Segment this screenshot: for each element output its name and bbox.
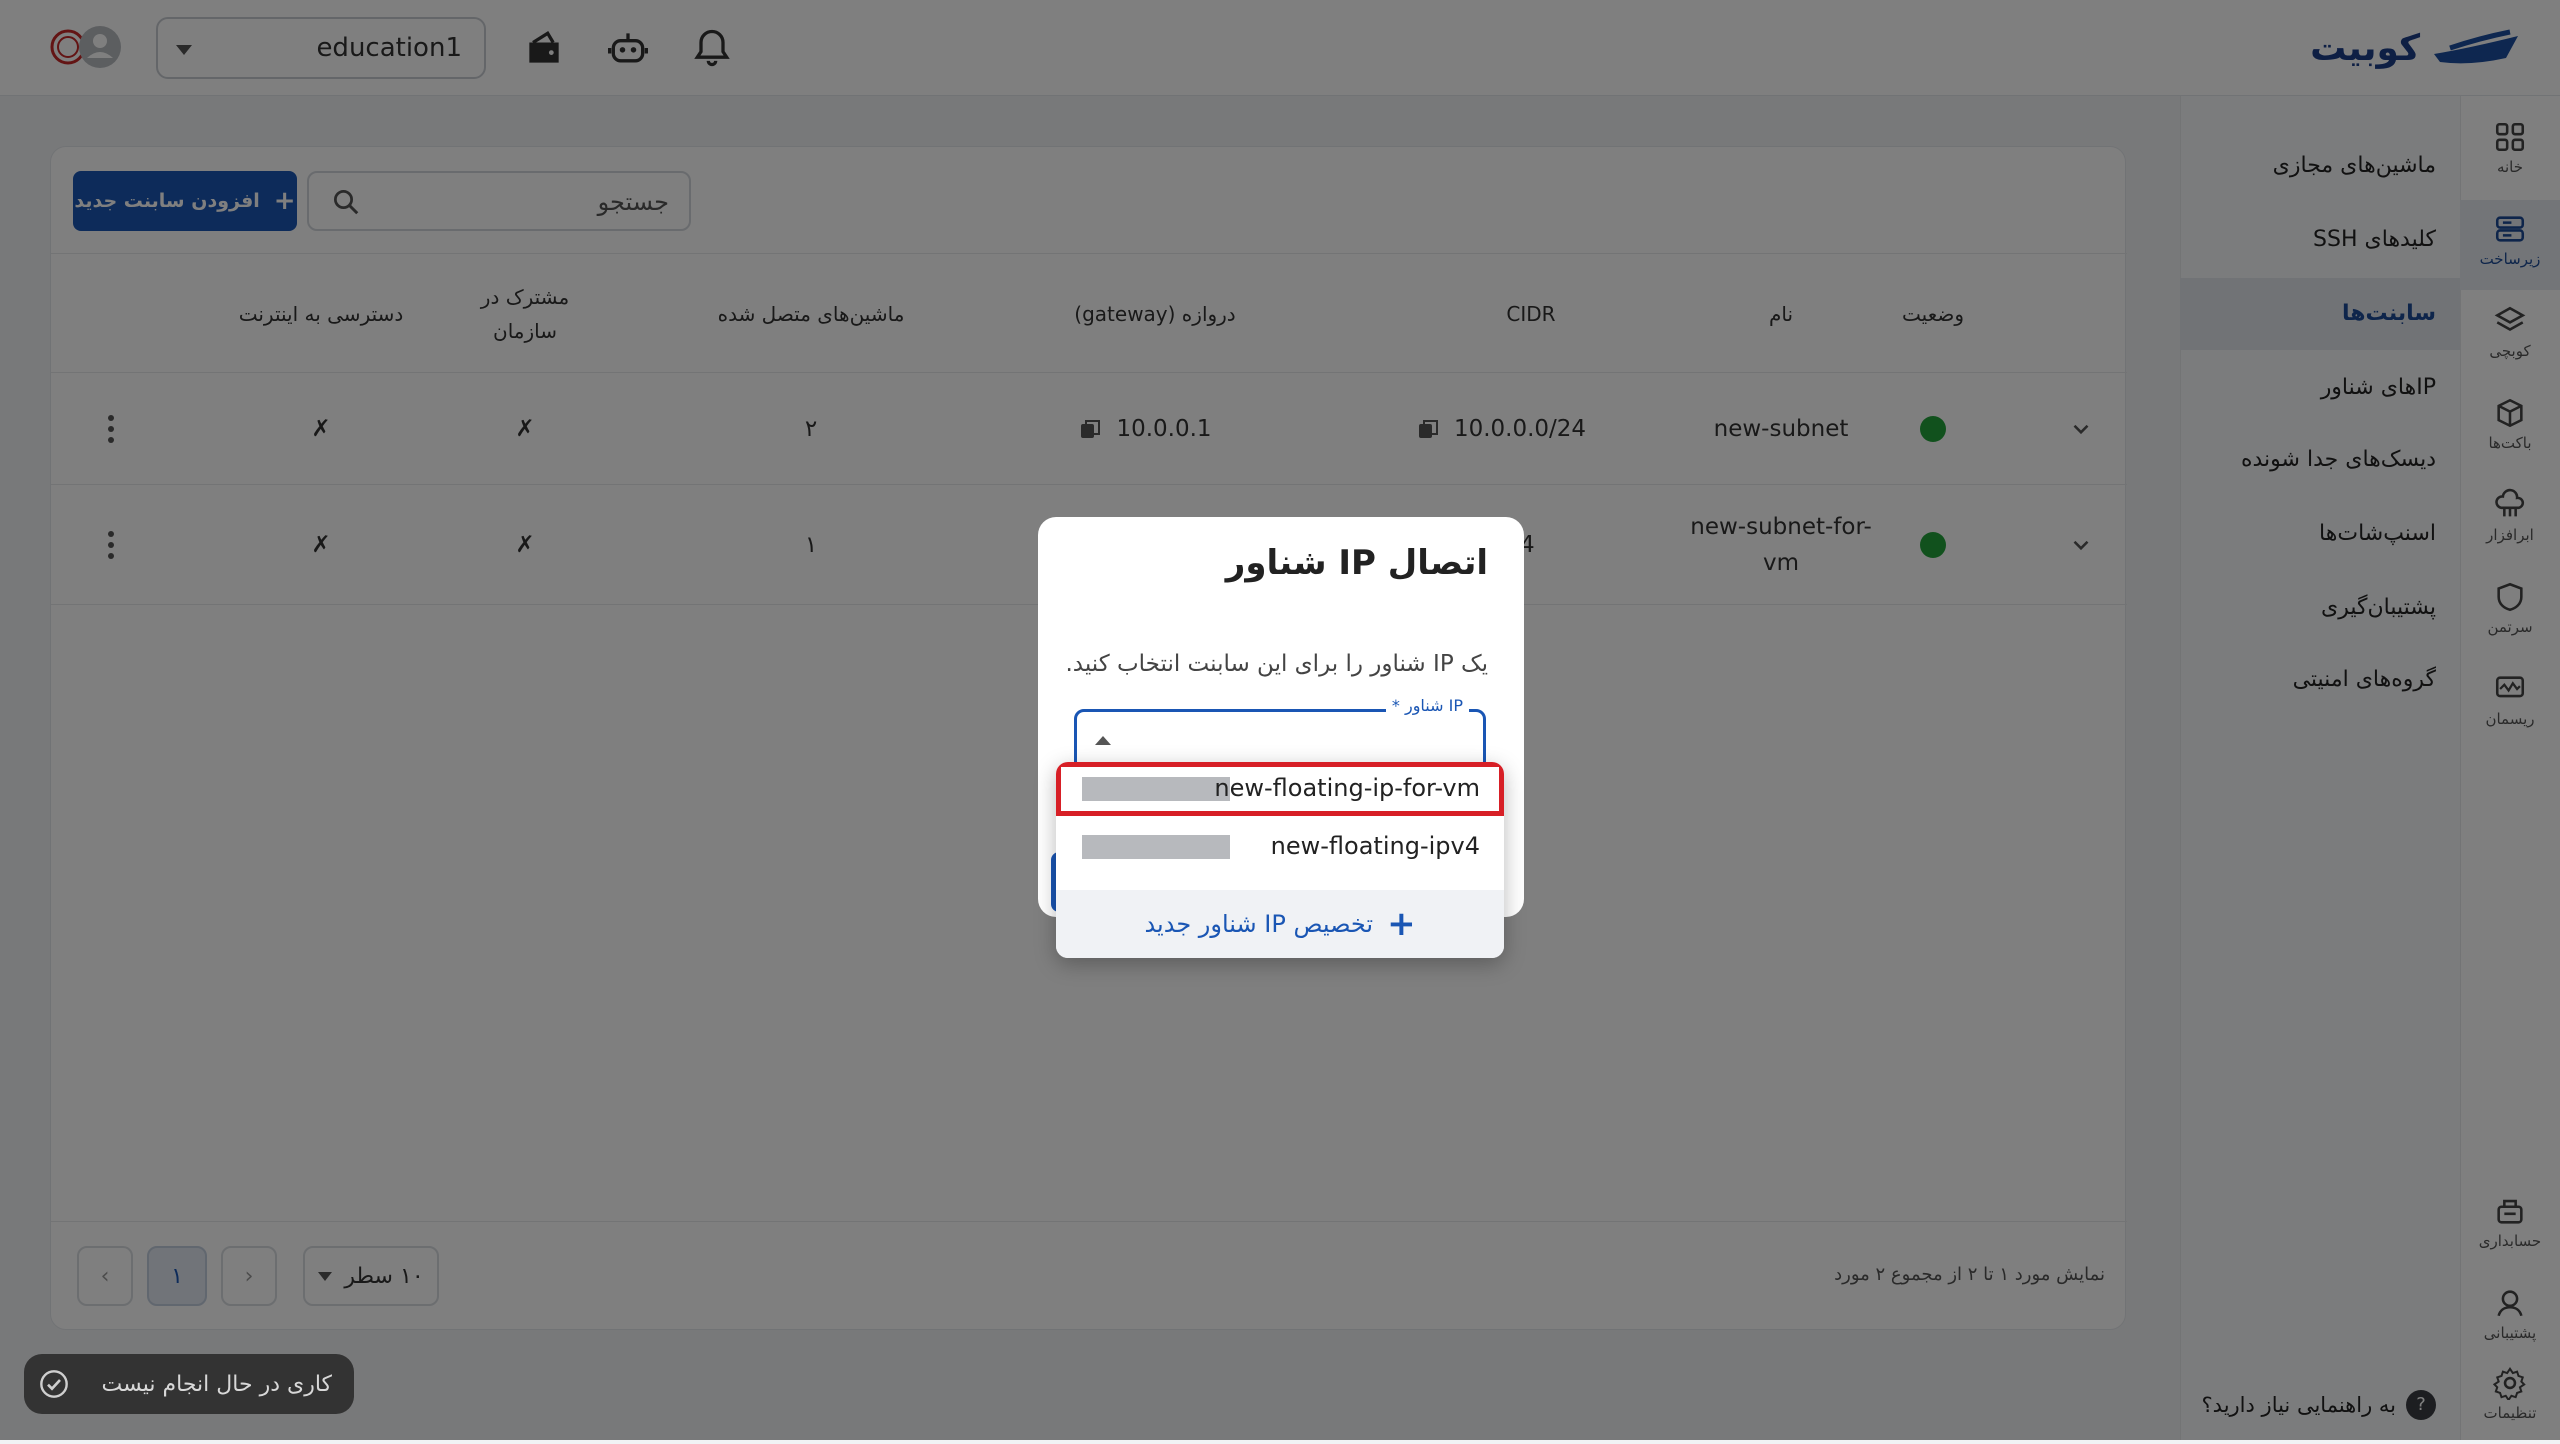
status-toast: کاری در حال انجام نیست: [24, 1354, 354, 1414]
option-floating-ip-for-vm[interactable]: new-floating-ip-for-vm: [1056, 762, 1504, 816]
toast-text: کاری در حال انجام نیست: [101, 1371, 332, 1397]
redacted-ip: [1082, 835, 1230, 859]
redacted-ip: [1082, 777, 1230, 801]
check-circle-icon: [40, 1370, 68, 1398]
chevron-up-icon: [1095, 736, 1111, 745]
dialog-title: اتصال IP شناور: [1225, 543, 1488, 583]
option-label: new-floating-ipv4: [1270, 832, 1480, 860]
option-floating-ipv4[interactable]: new-floating-ipv4: [1056, 820, 1504, 874]
floating-ip-dropdown: new-floating-ip-for-vm new-floating-ipv4…: [1056, 762, 1504, 958]
plus-icon: +: [1387, 904, 1416, 944]
allocate-new-floating-ip-option[interactable]: + تخصیص IP شناور جدید: [1056, 890, 1504, 958]
allocate-new-label: تخصیص IP شناور جدید: [1144, 910, 1374, 938]
floating-ip-select-label: IP شناور *: [1385, 696, 1469, 715]
dialog-description: یک IP شناور را برای این سابنت انتخاب کنی…: [1065, 651, 1488, 677]
option-label: new-floating-ip-for-vm: [1214, 774, 1480, 802]
